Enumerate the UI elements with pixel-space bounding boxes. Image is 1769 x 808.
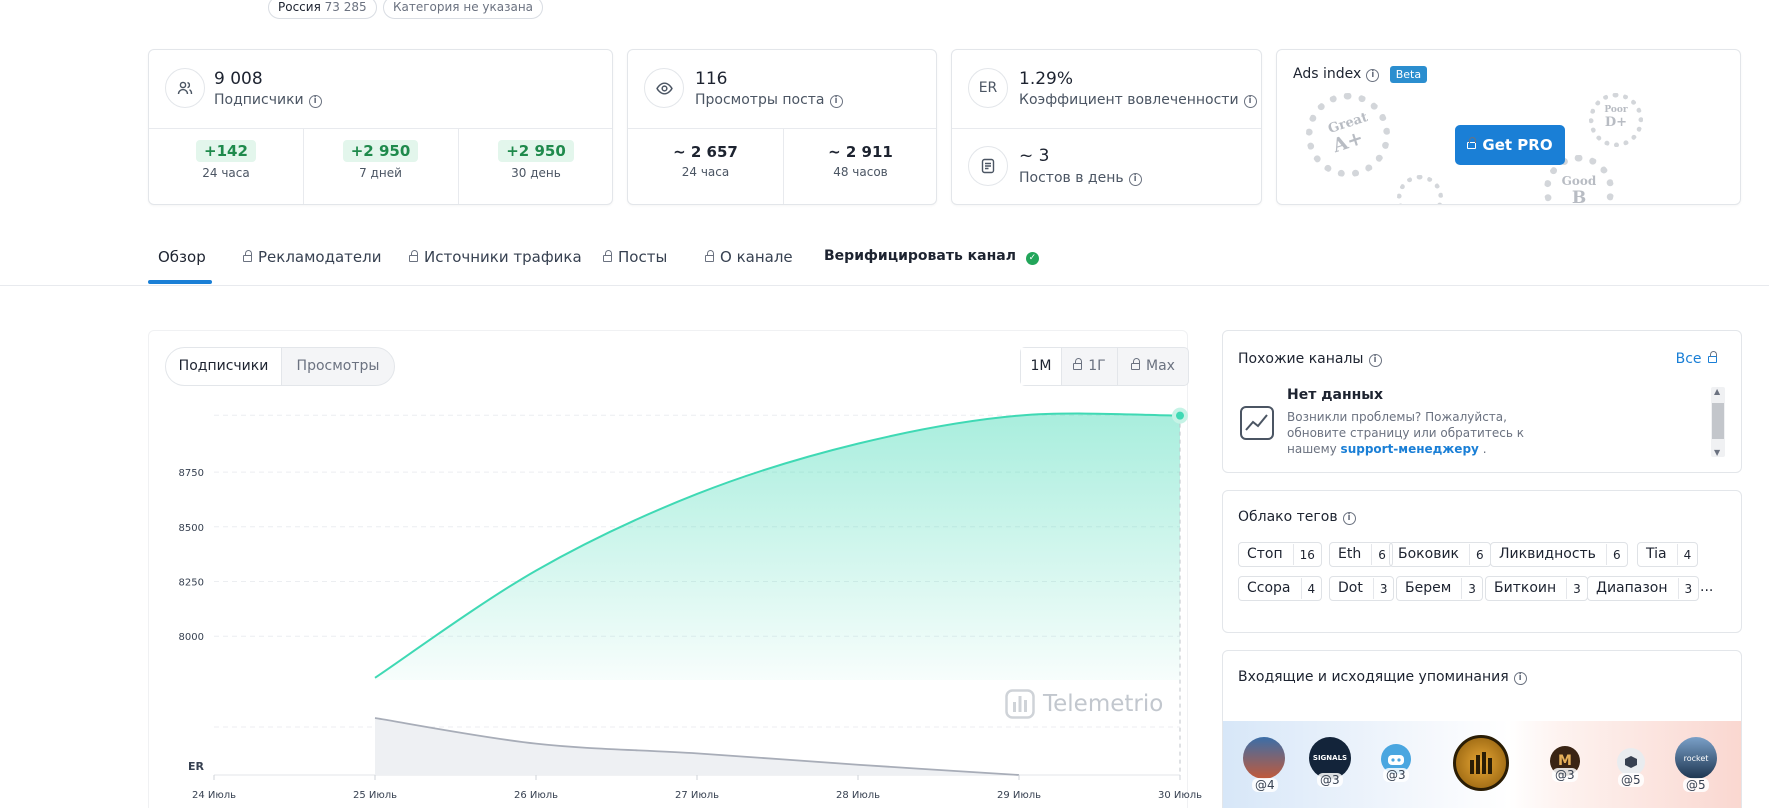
tag-chip[interactable]: Eth 6: [1329, 542, 1393, 567]
chart-bars-icon: [1470, 752, 1492, 774]
x-tick-label: 29 Июль: [997, 790, 1041, 801]
tag-chip[interactable]: Стоп 16: [1238, 542, 1322, 567]
x-tick-label: 25 Июль: [353, 790, 397, 801]
last-point-marker[interactable]: [1172, 407, 1188, 424]
er-axis-label: ER: [188, 760, 204, 773]
y-tick-label: 8250: [179, 578, 204, 589]
mentions-title: Входящие и исходящие упоминания i: [1238, 669, 1527, 685]
y-tick-label: 8000: [179, 632, 204, 643]
mention-count: @5: [1618, 773, 1644, 787]
similar-channels-panel: Похожие каналы i Все Нет данных Возникли …: [1222, 330, 1742, 473]
y-tick-label: 8500: [179, 523, 204, 534]
x-tick-label: 24 Июль: [192, 790, 236, 801]
x-tick-label: 27 Июль: [675, 790, 719, 801]
empty-text: Возникли проблемы? Пожалуйста, обновите …: [1287, 410, 1524, 456]
tag-chip[interactable]: Берем 3: [1396, 576, 1483, 601]
x-tick-label: 30 Июль: [1158, 790, 1202, 801]
mention-count: @4: [1252, 778, 1278, 792]
tag-chip[interactable]: Dot 3: [1329, 576, 1395, 601]
tag-chip[interactable]: Диапазон 3: [1587, 576, 1700, 601]
empty-title: Нет данных: [1287, 387, 1383, 403]
mention-count: @5: [1683, 778, 1709, 792]
subscribers-area: [375, 413, 1180, 680]
mention-avatar[interactable]: rocket: [1675, 737, 1717, 779]
mention-count: @3: [1552, 768, 1578, 782]
info-icon[interactable]: i: [1342, 512, 1356, 525]
mention-count: @3: [1383, 768, 1409, 782]
tag-chip[interactable]: Ликвидность 6: [1490, 542, 1628, 567]
tag-chip[interactable]: Биткоин 3: [1485, 576, 1588, 601]
x-tick-label: 28 Июль: [836, 790, 880, 801]
tag-chip[interactable]: Ccopa 4: [1238, 576, 1323, 601]
tag-chip[interactable]: Tia 4: [1637, 542, 1699, 567]
support-link[interactable]: support-менеджеру: [1341, 442, 1479, 456]
info-icon[interactable]: i: [1513, 672, 1527, 685]
tag-cloud-panel: Облако тегов i Стоп 16 Eth 6 Боковик 6 Ликви…: [1222, 490, 1742, 633]
similar-title: Похожие каналы i: [1238, 351, 1382, 367]
info-icon[interactable]: i: [1368, 354, 1382, 367]
scrollbar[interactable]: ▲ ▼: [1711, 387, 1725, 457]
current-channel-avatar[interactable]: [1453, 735, 1509, 791]
cube-avatar-icon[interactable]: [1617, 748, 1645, 776]
tag-chip[interactable]: Боковик 6: [1389, 542, 1491, 567]
telemetrio-logo-icon: [1005, 689, 1035, 719]
similar-all-link[interactable]: Все: [1676, 351, 1723, 367]
tags-more[interactable]: ...: [1700, 579, 1713, 595]
tag-cloud-title: Облако тегов i: [1238, 509, 1356, 525]
chart-empty-icon: [1240, 406, 1274, 440]
x-tick-label: 26 Июль: [514, 790, 558, 801]
er-area: [375, 718, 1019, 775]
telemetrio-watermark: Telemetrio: [1005, 689, 1163, 719]
y-tick-label: 8750: [179, 468, 204, 479]
mention-count: @3: [1317, 773, 1343, 787]
lock-icon: [1708, 351, 1717, 363]
mention-avatar[interactable]: [1243, 737, 1285, 779]
